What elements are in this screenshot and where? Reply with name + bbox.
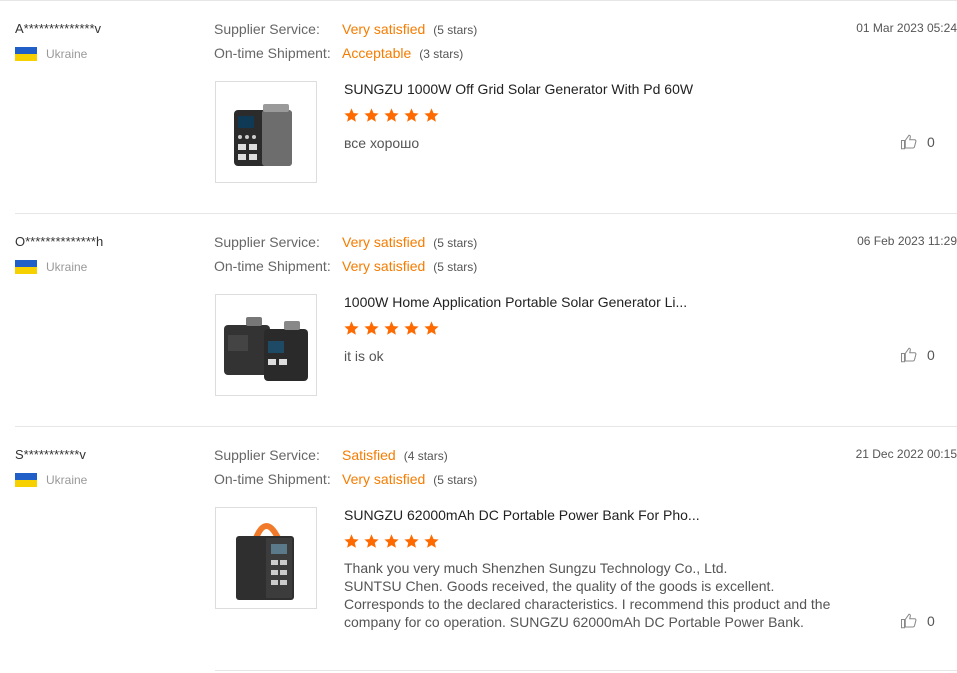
shipment-stars: (3 stars) (419, 47, 464, 61)
top-divider (0, 0, 957, 1)
product-thumbnail[interactable] (215, 294, 317, 396)
shipment-stars: (5 stars) (433, 473, 478, 487)
star-icon (364, 534, 379, 548)
solar-generator-pair-image (224, 317, 308, 381)
like-count: 0 (927, 613, 935, 629)
supplier-service-value: Very satisfied (342, 21, 426, 37)
supplier-service-label: Supplier Service: (214, 21, 320, 37)
shipment-label: On-time Shipment: (214, 45, 331, 61)
product-star-rating (343, 320, 440, 337)
shipment-stars: (5 stars) (433, 260, 478, 274)
star-icon (424, 108, 439, 122)
star-icon (424, 534, 439, 548)
power-bank-image (236, 523, 294, 600)
supplier-service-rating: Supplier Service: Very satisfied (5 stars) (214, 21, 477, 37)
solar-generator-image (234, 104, 292, 166)
like-button[interactable]: 0 (900, 133, 935, 151)
ukraine-flag-icon (15, 260, 37, 274)
like-count: 0 (927, 347, 935, 363)
supplier-service-rating: Supplier Service: Satisfied (4 stars) (214, 447, 448, 463)
reviewer-country: Ukraine (15, 47, 87, 61)
review-comment: все хорошо (344, 135, 420, 151)
star-icon (364, 108, 379, 122)
thumbs-up-icon (900, 347, 917, 363)
product-thumbnail[interactable] (215, 81, 317, 183)
review-divider (15, 426, 957, 427)
shipment-rating: On-time Shipment: Acceptable (3 stars) (214, 45, 463, 61)
reviewer-name: A**************v (15, 21, 101, 36)
review-divider (15, 213, 957, 214)
product-star-rating (343, 533, 440, 550)
star-icon (404, 108, 419, 122)
star-icon (364, 321, 379, 335)
shipment-value: Acceptable (342, 45, 412, 61)
shipment-value: Very satisfied (342, 471, 426, 487)
product-star-rating (343, 107, 440, 124)
review-date: 01 Mar 2023 05:24 (856, 21, 957, 35)
like-count: 0 (927, 134, 935, 150)
country-label: Ukraine (46, 47, 88, 61)
star-icon (404, 321, 419, 335)
star-icon (344, 321, 359, 335)
ukraine-flag-icon (15, 473, 37, 487)
reviewer-country: Ukraine (15, 473, 87, 487)
country-label: Ukraine (46, 260, 88, 274)
supplier-service-value: Very satisfied (342, 234, 426, 250)
reviewer-country: Ukraine (15, 260, 87, 274)
ukraine-flag-icon (15, 47, 37, 61)
star-icon (384, 321, 399, 335)
star-icon (384, 534, 399, 548)
supplier-service-rating: Supplier Service: Very satisfied (5 stars) (214, 234, 477, 250)
like-button[interactable]: 0 (900, 612, 935, 630)
review-comment: it is ok (344, 348, 384, 364)
supplier-service-label: Supplier Service: (214, 447, 320, 463)
like-button[interactable]: 0 (900, 346, 935, 364)
product-thumbnail[interactable] (215, 507, 317, 609)
review-date: 06 Feb 2023 11:29 (857, 234, 957, 248)
country-label: Ukraine (46, 473, 88, 487)
thumbs-up-icon (900, 613, 917, 629)
review-divider (215, 670, 957, 671)
star-icon (384, 108, 399, 122)
supplier-service-stars: (4 stars) (403, 449, 448, 463)
star-icon (344, 108, 359, 122)
star-icon (424, 321, 439, 335)
review-date: 21 Dec 2022 00:15 (855, 447, 957, 461)
reviewer-name: O**************h (15, 234, 104, 249)
supplier-service-label: Supplier Service: (214, 234, 320, 250)
supplier-service-stars: (5 stars) (433, 23, 478, 37)
reviewer-name: S***********v (15, 447, 86, 462)
thumbs-up-icon (900, 134, 917, 150)
shipment-label: On-time Shipment: (214, 471, 331, 487)
product-name[interactable]: SUNGZU 62000mAh DC Portable Power Bank F… (344, 507, 700, 523)
supplier-service-stars: (5 stars) (433, 236, 478, 250)
star-icon (344, 534, 359, 548)
supplier-service-value: Satisfied (342, 447, 396, 463)
shipment-rating: On-time Shipment: Very satisfied (5 stars) (214, 258, 477, 274)
product-name[interactable]: 1000W Home Application Portable Solar Ge… (344, 294, 687, 310)
review-comment: Thank you very much Shenzhen Sungzu Tech… (344, 560, 831, 630)
star-icon (404, 534, 419, 548)
product-name[interactable]: SUNGZU 1000W Off Grid Solar Generator Wi… (344, 81, 693, 97)
shipment-label: On-time Shipment: (214, 258, 331, 274)
shipment-value: Very satisfied (342, 258, 426, 274)
shipment-rating: On-time Shipment: Very satisfied (5 stars) (214, 471, 477, 487)
